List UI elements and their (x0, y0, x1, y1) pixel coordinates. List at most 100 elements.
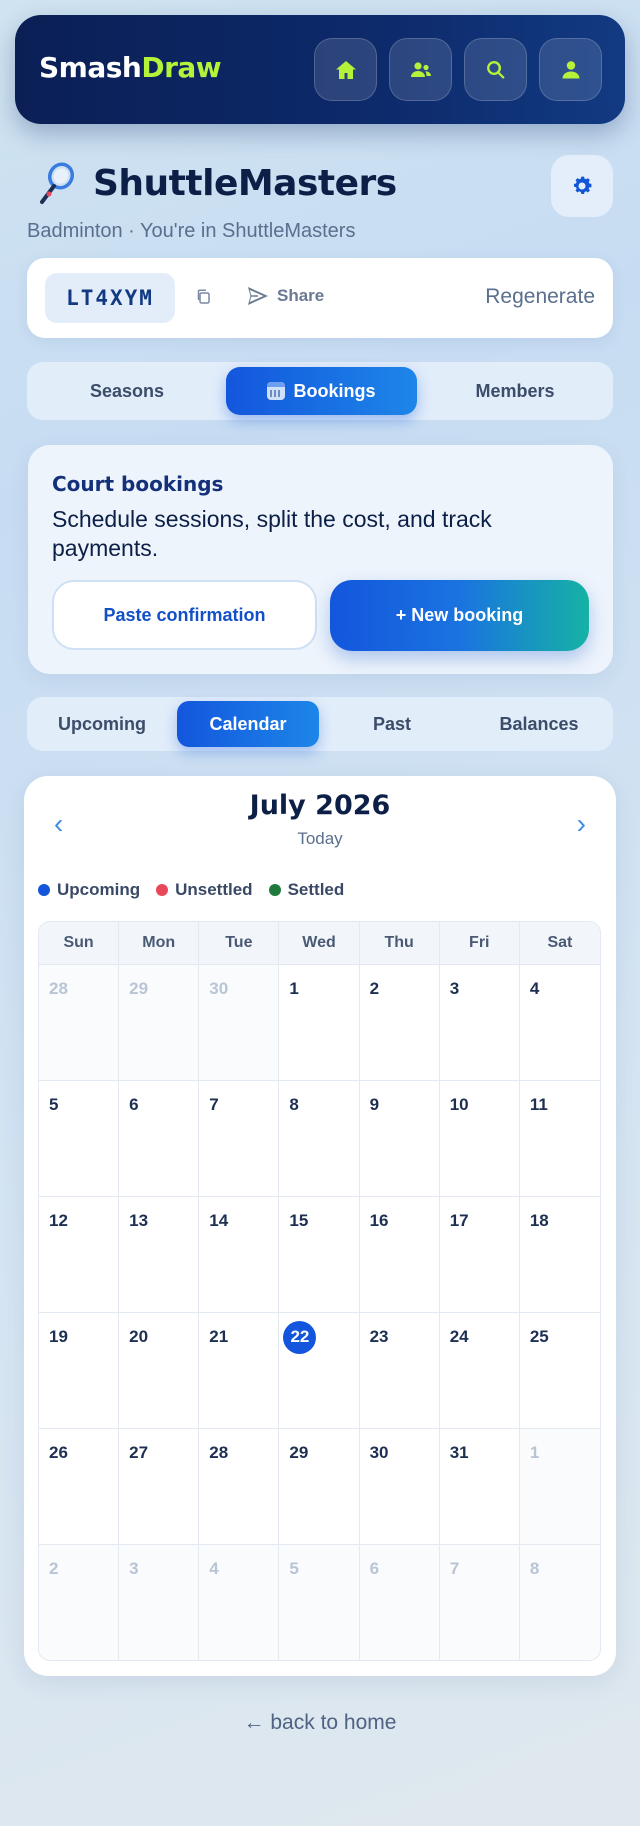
calendar-day[interactable]: 7 (199, 1081, 280, 1197)
day-number: 8 (289, 1095, 299, 1114)
calendar-day[interactable]: 12 (39, 1197, 120, 1313)
day-number: 11 (529, 1095, 548, 1114)
calendar-day[interactable]: 13 (119, 1197, 200, 1313)
day-number: 28 (49, 979, 68, 998)
weekday-header: Sun Mon Tue Wed Thu Fri Sat (39, 922, 600, 965)
calendar-day[interactable]: 6 (119, 1081, 200, 1197)
calendar-day[interactable]: 7 (439, 1545, 520, 1660)
calendar-day[interactable]: 28 (39, 965, 120, 1081)
calendar-day[interactable]: 11 (519, 1081, 600, 1197)
day-number: 2 (369, 979, 380, 998)
brand-logo[interactable]: SmashDraw (39, 51, 222, 84)
calendar-day[interactable]: 8 (279, 1081, 360, 1197)
nav-profile-button[interactable] (539, 38, 602, 101)
calendar-day[interactable]: 18 (519, 1197, 600, 1313)
club-title: ShuttleMasters (93, 163, 397, 204)
calendar-day[interactable]: 19 (39, 1313, 120, 1429)
day-number: 7 (209, 1095, 219, 1114)
share-button[interactable]: Share (247, 286, 324, 306)
calendar-day[interactable]: 27 (119, 1429, 200, 1545)
calendar-day[interactable]: 31 (439, 1429, 520, 1545)
calendar-day[interactable]: 5 (39, 1081, 120, 1197)
calendar-day[interactable]: 2 (359, 965, 440, 1081)
calendar-day[interactable]: 20 (119, 1313, 200, 1429)
calendar-day[interactable]: 1 (519, 1429, 600, 1545)
weekday-label: Thu (360, 922, 440, 964)
booking-view-tabs: Upcoming Calendar Past Balances (27, 697, 613, 751)
calendar-day[interactable]: 15 (279, 1197, 360, 1313)
bookings-title: Court bookings (52, 472, 224, 496)
tab-past[interactable]: Past (319, 701, 465, 747)
calendar-day[interactable]: 24 (439, 1313, 520, 1429)
paste-confirmation-button[interactable]: Paste confirmation (52, 580, 317, 650)
back-to-home-link[interactable]: ← back to home (0, 1711, 640, 1735)
calendar-day[interactable]: 30 (199, 965, 280, 1081)
legend-settled-label: Settled (287, 880, 345, 899)
share-label: Share (277, 286, 325, 305)
calendar-day[interactable]: 23 (359, 1313, 440, 1429)
calendar-day-today[interactable]: 22 (279, 1313, 360, 1429)
tab-balances[interactable]: Balances (465, 701, 613, 747)
next-month-button[interactable]: › (577, 808, 586, 840)
calendar-icon (267, 382, 286, 400)
copy-icon[interactable] (195, 288, 213, 306)
calendar-day[interactable]: 14 (199, 1197, 280, 1313)
calendar-day[interactable]: 9 (359, 1081, 440, 1197)
tab-seasons[interactable]: Seasons (27, 367, 227, 415)
tab-bookings[interactable]: Bookings (226, 367, 417, 415)
day-number: 9 (369, 1095, 380, 1114)
brand-name-part1: Smash (39, 51, 142, 84)
calendar-day[interactable]: 1 (279, 965, 360, 1081)
calendar-day[interactable]: 30 (359, 1429, 440, 1545)
calendar-days: 28 29 30 1 2 3 4 5 6 7 8 9 10 11 12 13 14 15 16 17 18 19 20 21 2… (39, 965, 600, 1660)
weekday-label: Sun (39, 922, 120, 964)
calendar-day[interactable]: 8 (519, 1545, 600, 1660)
day-number: 23 (369, 1327, 389, 1346)
tab-calendar[interactable]: Calendar (177, 701, 319, 747)
day-number: 25 (529, 1327, 549, 1346)
calendar-day[interactable]: 3 (439, 965, 520, 1081)
invite-code-card: LT4XYM Share Regenerate (27, 258, 613, 338)
day-number: 4 (209, 1559, 219, 1578)
calendar-day[interactable]: 5 (279, 1545, 360, 1660)
nav-groups-button[interactable] (389, 38, 452, 101)
calendar-day[interactable]: 4 (199, 1545, 280, 1660)
send-icon (248, 287, 268, 305)
day-number: 6 (369, 1559, 380, 1578)
calendar-day[interactable]: 26 (39, 1429, 120, 1545)
calendar-day[interactable]: 21 (199, 1313, 280, 1429)
home-icon (335, 60, 356, 79)
calendar-day[interactable]: 25 (519, 1313, 600, 1429)
club-settings-button[interactable] (551, 155, 613, 217)
brand-name-part2: Draw (141, 51, 222, 84)
bookings-description: Schedule sessions, split the cost, and t… (52, 506, 492, 561)
tab-upcoming[interactable]: Upcoming (27, 701, 177, 747)
today-button[interactable]: Today (24, 829, 616, 849)
nav-search-button[interactable] (464, 38, 527, 101)
group-icon (410, 61, 431, 77)
new-booking-button[interactable]: + New booking (330, 580, 589, 651)
day-number: 5 (49, 1095, 59, 1114)
day-number: 15 (289, 1211, 309, 1230)
weekday-label: Tue (199, 922, 280, 964)
calendar-day[interactable]: 28 (199, 1429, 280, 1545)
calendar-day[interactable]: 29 (119, 965, 200, 1081)
calendar-grid: Sun Mon Tue Wed Thu Fri Sat 28 29 30 1 2 3 4 5 6 7 8 9 10 1… (38, 921, 601, 1661)
tab-members[interactable]: Members (417, 367, 613, 415)
regenerate-button[interactable]: Regenerate (485, 285, 595, 309)
day-number: 2 (49, 1559, 59, 1578)
calendar-day[interactable]: 16 (359, 1197, 440, 1313)
invite-code[interactable]: LT4XYM (45, 273, 175, 323)
day-number: 20 (129, 1327, 149, 1346)
day-number: 10 (449, 1095, 469, 1114)
legend-dot-upcoming (38, 884, 50, 896)
nav-home-button[interactable] (314, 38, 377, 101)
calendar-day[interactable]: 10 (439, 1081, 520, 1197)
day-number: 24 (449, 1327, 469, 1346)
calendar-day[interactable]: 2 (39, 1545, 120, 1660)
calendar-day[interactable]: 3 (119, 1545, 200, 1660)
calendar-day[interactable]: 4 (519, 965, 600, 1081)
calendar-day[interactable]: 17 (439, 1197, 520, 1313)
calendar-day[interactable]: 6 (359, 1545, 440, 1660)
calendar-day[interactable]: 29 (279, 1429, 360, 1545)
